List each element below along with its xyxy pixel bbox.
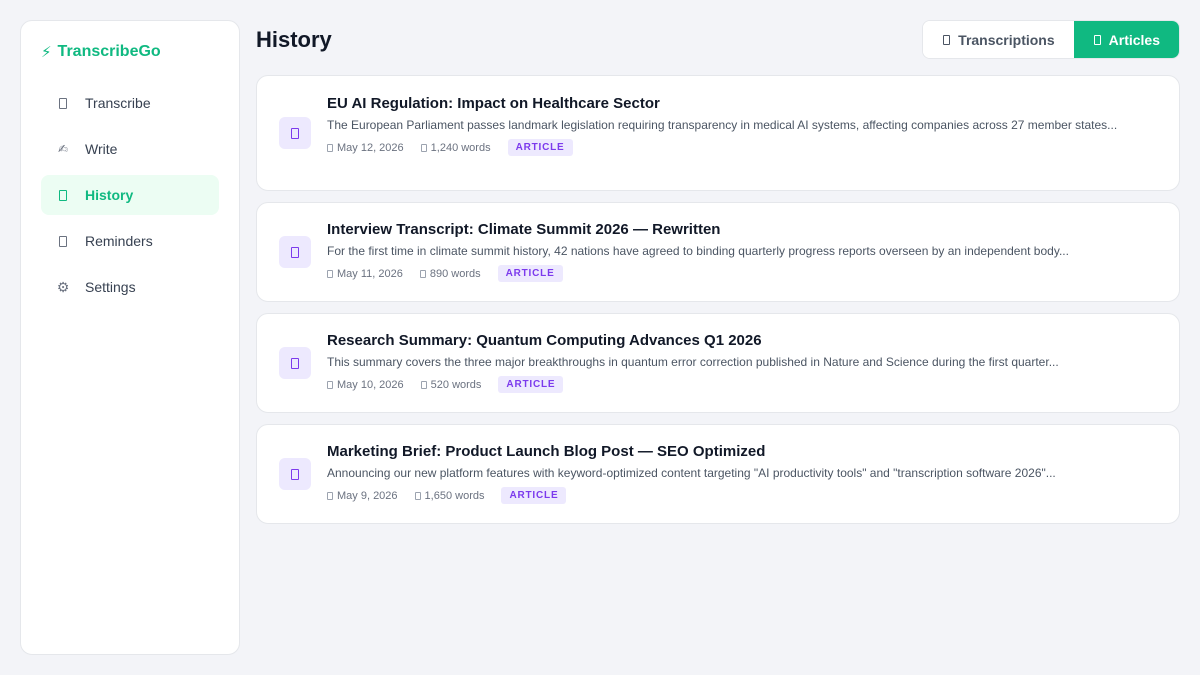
date-text: May 12, 2026 <box>337 141 404 154</box>
calendar-icon <box>327 269 333 278</box>
tab-articles[interactable]: Articles <box>1073 21 1179 58</box>
document-icon <box>419 269 426 278</box>
item-title: Interview Transcript: Climate Summit 202… <box>327 221 721 238</box>
article-icon <box>279 458 311 490</box>
sidebar-item-history[interactable]: History <box>41 175 219 215</box>
date-text: May 9, 2026 <box>337 489 398 502</box>
date-text: May 11, 2026 <box>337 267 403 280</box>
history-list: EU AI Regulation: Impact on Healthcare S… <box>256 75 1180 535</box>
calendar-icon <box>327 491 333 500</box>
item-description: This summary covers the three major brea… <box>327 355 1059 369</box>
status-badge: ARTICLE <box>501 487 567 504</box>
item-word-count: 1,650 words <box>414 489 485 502</box>
word-count-text: 890 words <box>429 267 481 280</box>
sidebar-item-label: Transcribe <box>85 95 151 111</box>
list-item[interactable]: Marketing Brief: Product Launch Blog Pos… <box>256 424 1180 524</box>
item-meta: May 10, 2026 520 words ARTICLE <box>327 376 1139 393</box>
sidebar: ⚡ TranscribeGo Transcribe ✍ Write Histor… <box>20 20 240 655</box>
item-title: Research Summary: Quantum Computing Adva… <box>327 332 762 349</box>
item-title: Marketing Brief: Product Launch Blog Pos… <box>327 443 766 460</box>
document-icon <box>420 380 427 389</box>
item-date: May 10, 2026 <box>327 379 404 391</box>
sidebar-item-reminders[interactable]: Reminders <box>41 221 219 261</box>
document-icon <box>57 97 69 109</box>
list-item[interactable]: Research Summary: Quantum Computing Adva… <box>256 313 1180 413</box>
item-meta: May 11, 2026 890 words ARTICLE <box>327 265 1139 282</box>
item-date: May 9, 2026 <box>327 490 398 502</box>
bolt-icon: ⚡ <box>41 44 52 61</box>
sidebar-item-label: Write <box>85 141 118 157</box>
page-title: History <box>256 27 332 52</box>
calendar-icon <box>327 143 333 152</box>
item-meta: May 9, 2026 1,650 words ARTICLE <box>327 487 1139 504</box>
article-icon <box>1093 34 1101 45</box>
sidebar-item-write[interactable]: ✍ Write <box>41 129 219 169</box>
document-icon <box>420 143 427 152</box>
sidebar-item-label: History <box>85 187 134 203</box>
status-badge: ARTICLE <box>507 139 573 156</box>
item-meta: May 12, 2026 1,240 words ARTICLE <box>327 139 1139 156</box>
date-text: May 10, 2026 <box>337 378 404 391</box>
item-title: EU AI Regulation: Impact on Healthcare S… <box>327 95 660 112</box>
top-bar: History Transcriptions Articles <box>256 20 1180 60</box>
sidebar-item-label: Settings <box>85 279 136 295</box>
status-badge: ARTICLE <box>498 376 564 393</box>
article-icon <box>279 347 311 379</box>
brand-name: TranscribeGo <box>57 43 161 60</box>
tab-label: Transcriptions <box>958 31 1055 48</box>
item-word-count: 890 words <box>419 267 481 280</box>
sidebar-nav: Transcribe ✍ Write History Reminders ⚙ S… <box>41 83 219 307</box>
history-icon <box>57 189 69 201</box>
gear-icon: ⚙ <box>56 278 70 295</box>
item-description: Announcing our new platform features wit… <box>327 466 1056 480</box>
word-count-text: 520 words <box>430 378 482 391</box>
sidebar-item-settings[interactable]: ⚙ Settings <box>41 267 219 307</box>
brand-logo[interactable]: ⚡ TranscribeGo <box>41 41 219 63</box>
main-content: History Transcriptions Articles EU AI Re… <box>256 20 1180 524</box>
tab-transcriptions[interactable]: Transcriptions <box>923 21 1074 58</box>
pen-icon: ✍ <box>57 142 69 156</box>
item-description: The European Parliament passes landmark … <box>327 118 1118 132</box>
item-date: May 11, 2026 <box>327 268 403 280</box>
word-count-text: 1,240 words <box>430 141 491 154</box>
tab-label: Articles <box>1108 31 1160 48</box>
document-icon <box>943 34 951 45</box>
sidebar-item-label: Reminders <box>85 233 153 249</box>
status-badge: ARTICLE <box>497 265 563 282</box>
item-word-count: 520 words <box>420 378 482 391</box>
document-icon <box>414 491 421 500</box>
article-icon <box>279 117 311 149</box>
article-icon <box>279 236 311 268</box>
sidebar-item-transcribe[interactable]: Transcribe <box>41 83 219 123</box>
item-description: For the first time in climate summit his… <box>327 244 1069 258</box>
calendar-icon <box>327 380 333 389</box>
item-date: May 12, 2026 <box>327 142 404 154</box>
item-word-count: 1,240 words <box>420 141 491 154</box>
bell-icon <box>57 235 69 247</box>
list-item[interactable]: EU AI Regulation: Impact on Healthcare S… <box>256 75 1180 191</box>
word-count-text: 1,650 words <box>424 489 485 502</box>
view-toggle: Transcriptions Articles <box>922 20 1180 59</box>
list-item[interactable]: Interview Transcript: Climate Summit 202… <box>256 202 1180 302</box>
